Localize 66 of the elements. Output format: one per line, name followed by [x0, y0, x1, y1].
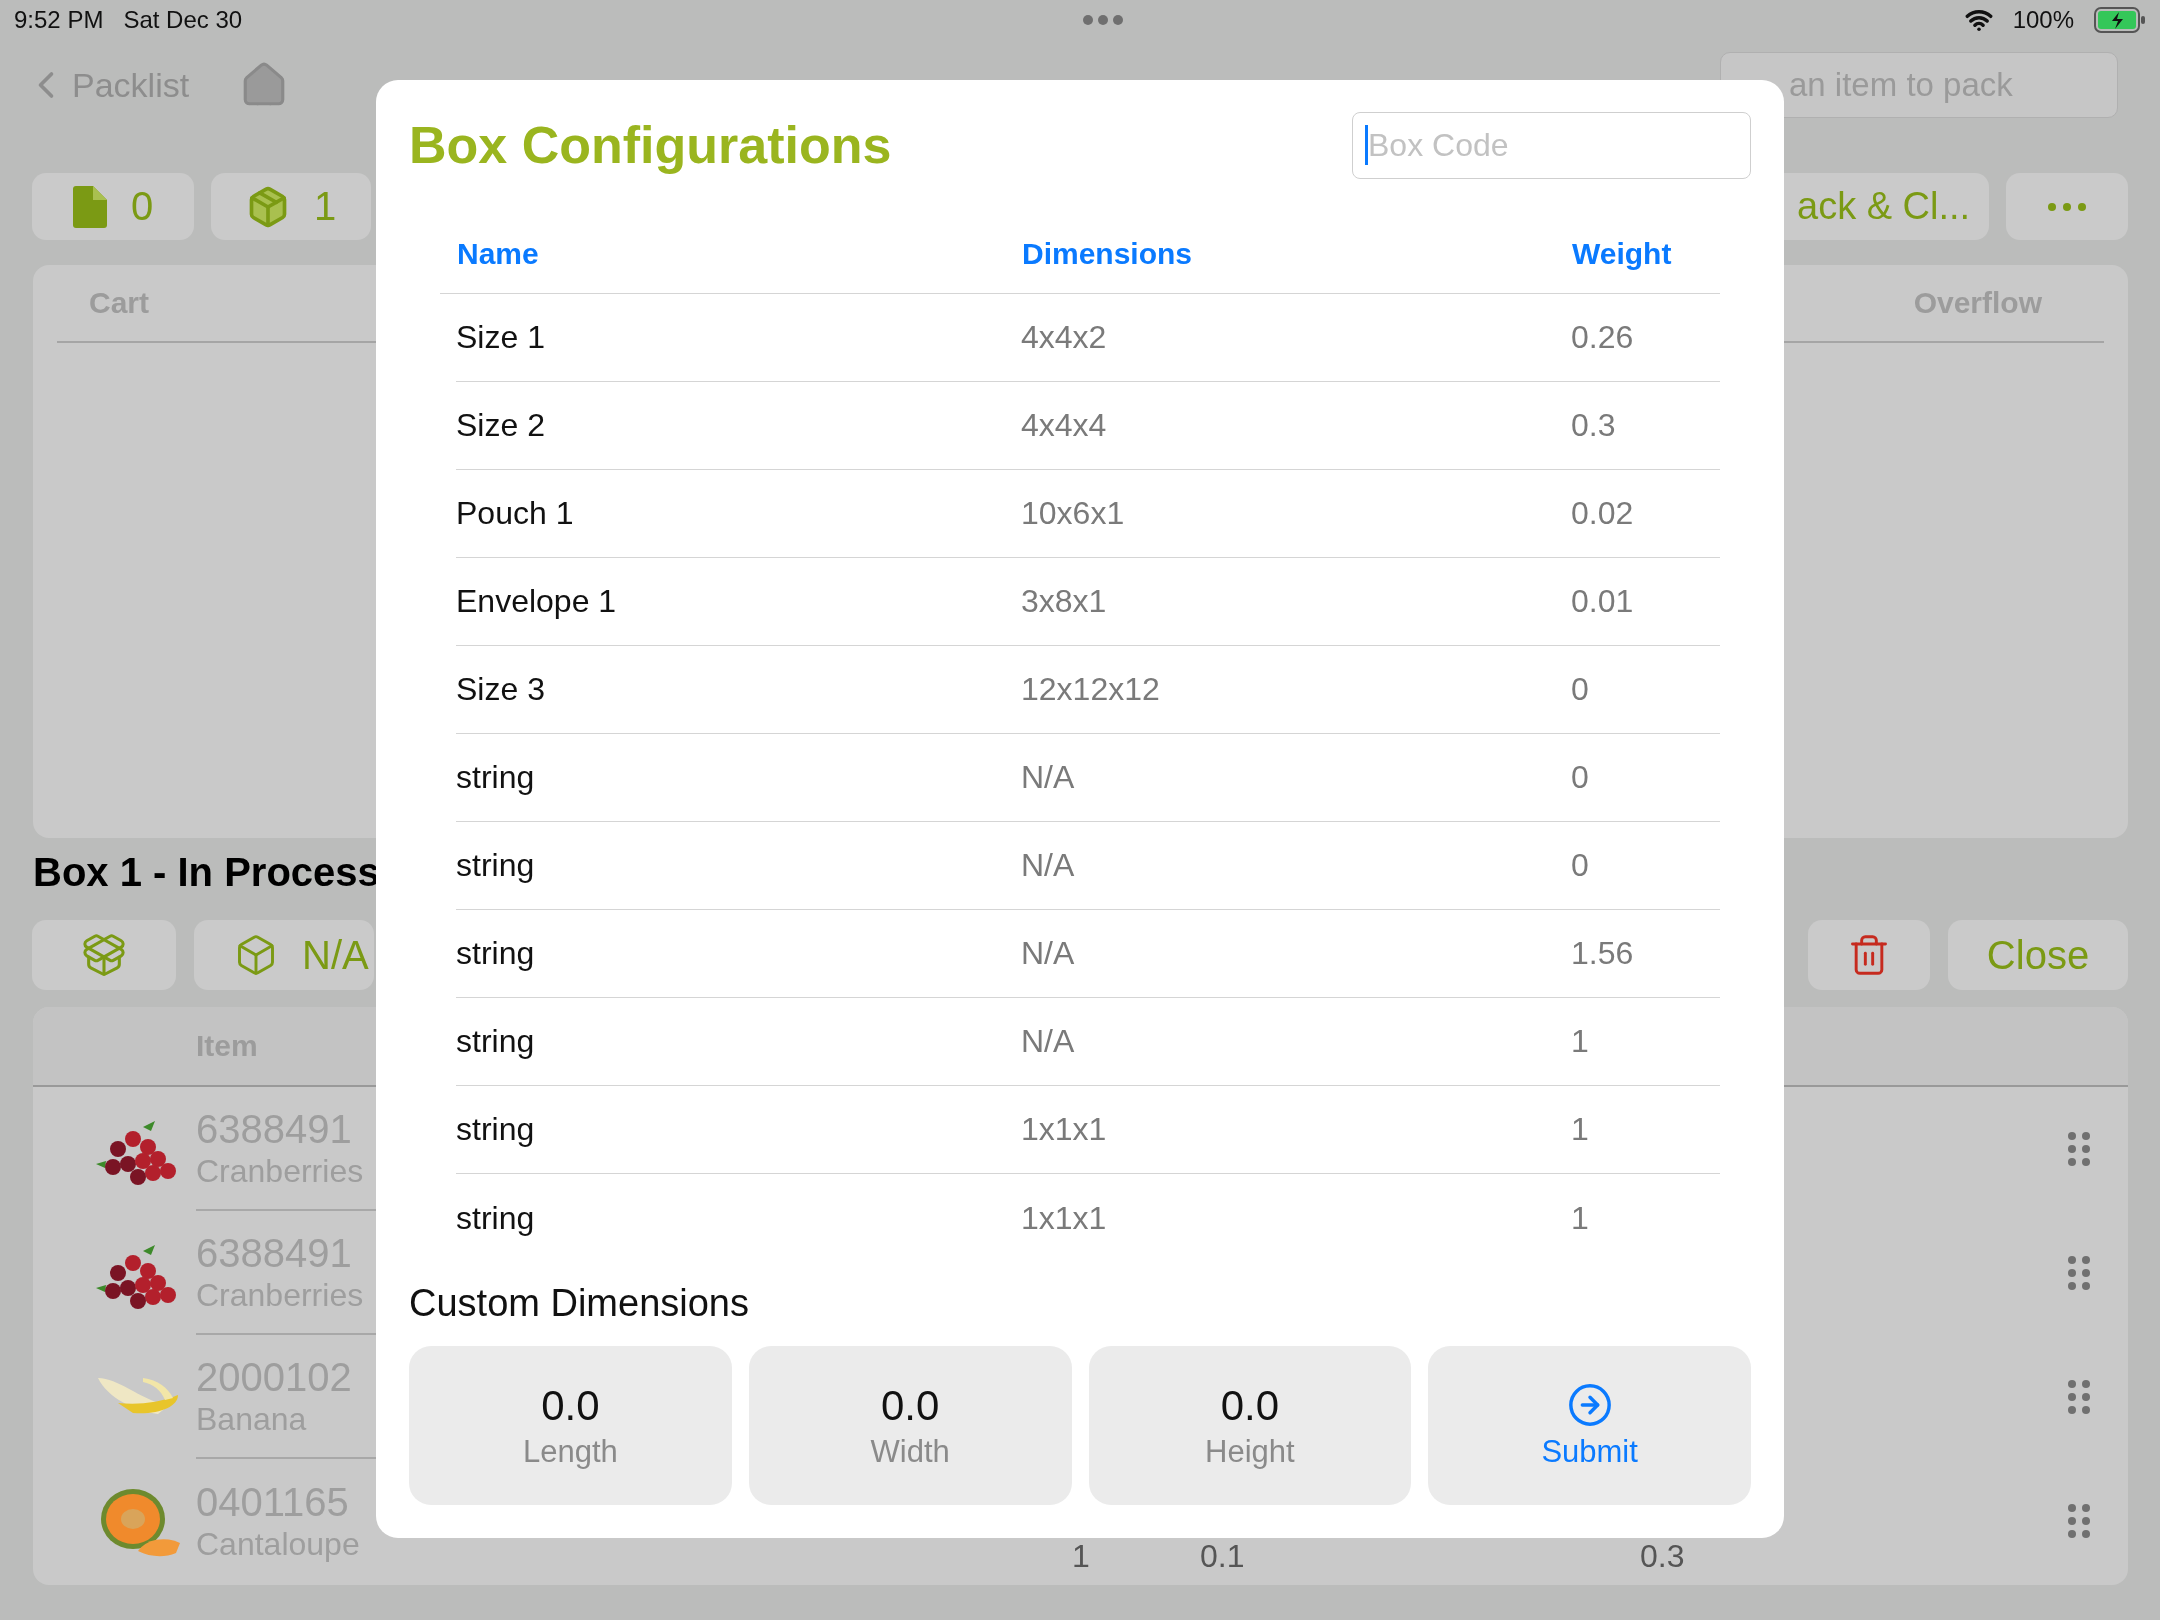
- status-date: Sat Dec 30: [123, 6, 243, 34]
- dialog-title: Box Configurations: [409, 115, 892, 175]
- box-title: Box 1 - In Process: [33, 850, 380, 896]
- table-cell: 1: [1072, 1538, 1090, 1575]
- document-icon: [72, 185, 107, 228]
- drag-handle-icon[interactable]: [2068, 1504, 2090, 1538]
- table-cell-text: N/A: [1021, 1023, 1076, 1060]
- counter-button[interactable]: 1: [211, 173, 371, 240]
- status-time: 9:52 PM: [14, 6, 104, 34]
- box-arrow-icon: [81, 932, 127, 978]
- table-cell-text: 0.26: [1571, 319, 1635, 356]
- table-cell-text: Envelope 1: [456, 583, 618, 620]
- table-cell-text: 1: [1571, 1023, 1590, 1060]
- table-cell-text: N/A: [1021, 759, 1076, 796]
- battery-percentage: 100%: [2012, 6, 2074, 34]
- table-cell-text: Size 2: [456, 407, 546, 444]
- table-cell-text: 1: [1571, 1199, 1590, 1237]
- table-cell-text: 0.3: [1571, 407, 1617, 444]
- column-header: Name: [457, 236, 540, 271]
- unpack-button[interactable]: [32, 920, 176, 990]
- dimension-field[interactable]: 0.0 Length: [409, 1346, 732, 1505]
- table-cell-text: string: [456, 759, 536, 796]
- dimension-field[interactable]: 0.0 Width: [748, 1346, 1072, 1505]
- table-cell-text: 3x8x1: [1021, 583, 1108, 620]
- section-title: Custom Dimensions: [409, 1282, 750, 1326]
- table-cell-text: 0: [1571, 759, 1590, 796]
- box-code-field[interactable]: Box Code: [1352, 111, 1751, 179]
- table-cell-text: 12x12x12: [1021, 671, 1161, 708]
- column-header: Dimensions: [1022, 236, 1194, 271]
- table-cell-text: 4x4x2: [1021, 319, 1108, 356]
- arrow-right-icon: [1566, 1381, 1613, 1428]
- table-cell-text: string: [456, 1111, 536, 1148]
- table-cell-text: Pouch 1: [456, 495, 575, 532]
- drag-handle-icon[interactable]: [2068, 1256, 2090, 1290]
- table-cell: 0.1: [1200, 1538, 1245, 1575]
- multitasking-dots-icon: [1083, 15, 1124, 25]
- table-cell-text: 1x1x1: [1021, 1199, 1108, 1237]
- close-button[interactable]: Close: [1948, 920, 2128, 990]
- table-cell-text: 1: [1571, 1111, 1590, 1148]
- table-cell-text: 10x6x1: [1021, 495, 1126, 532]
- table-cell-text: string: [456, 847, 536, 884]
- more-icon: [2048, 202, 2086, 211]
- table-cell-text: string: [456, 935, 536, 972]
- table-cell-text: 0.01: [1571, 583, 1635, 620]
- dimension-field[interactable]: 0.0 Height: [1088, 1346, 1412, 1505]
- battery-icon: [2094, 7, 2146, 33]
- table-cell-text: string: [456, 1199, 536, 1237]
- drag-handle-icon[interactable]: [2068, 1132, 2090, 1166]
- table-cell-text: 0: [1571, 847, 1590, 884]
- table-cell-text: Size 1: [456, 319, 546, 356]
- table-cell: 0.3: [1640, 1538, 1685, 1575]
- drag-handle-icon[interactable]: [2068, 1380, 2090, 1414]
- dimensions-button[interactable]: N/A: [194, 920, 374, 990]
- delete-button[interactable]: [1808, 920, 1930, 990]
- table-cell-text: 1.56: [1571, 935, 1635, 972]
- counter-button[interactable]: 0: [32, 173, 194, 240]
- column-header: Weight: [1572, 236, 1673, 271]
- table-cell-text: N/A: [1021, 847, 1076, 884]
- table-cell-text: 1x1x1: [1021, 1111, 1108, 1148]
- table-cell-text: 0.02: [1571, 495, 1635, 532]
- table-cell-text: 0: [1571, 671, 1590, 708]
- table-cell-text: N/A: [1021, 935, 1076, 972]
- table-cell-text: string: [456, 1023, 536, 1060]
- submit-button[interactable]: Submit: [1428, 1346, 1751, 1505]
- table-cell-text: Size 3: [456, 671, 546, 708]
- table-cell-text: 4x4x4: [1021, 407, 1108, 444]
